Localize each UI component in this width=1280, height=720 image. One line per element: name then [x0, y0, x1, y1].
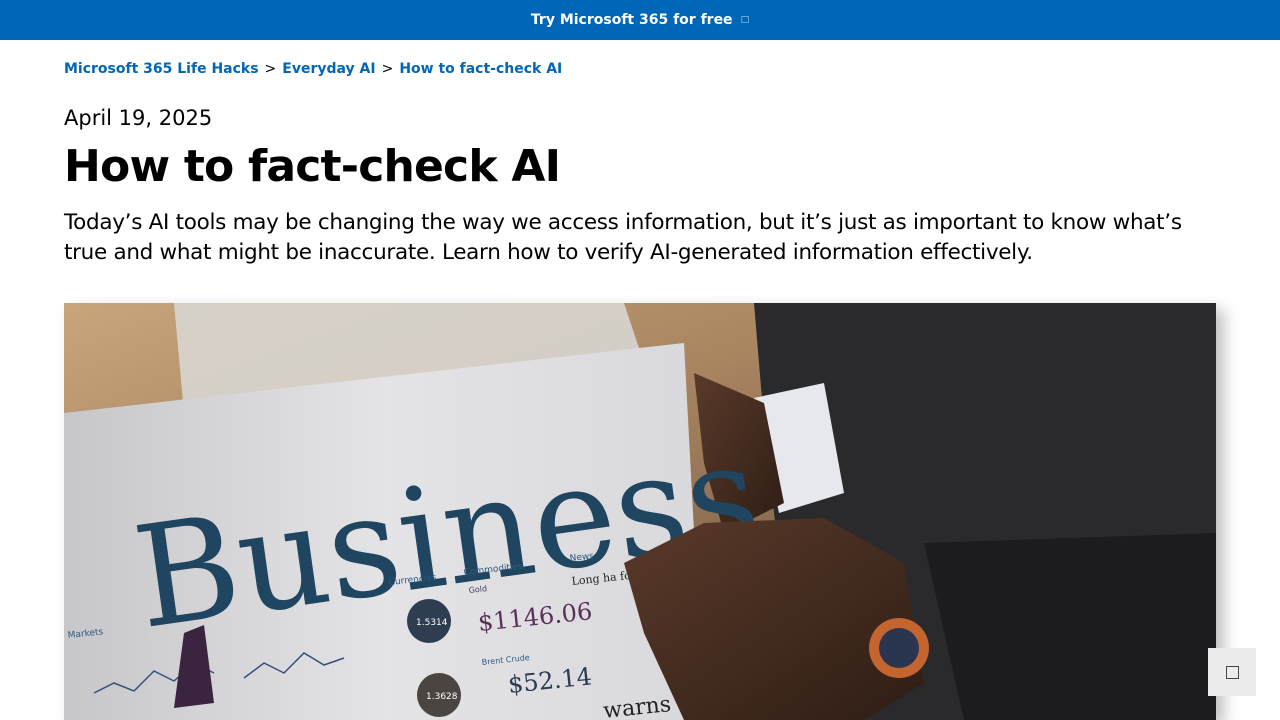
rate-value-2: 1.3628: [426, 692, 458, 702]
page-title: How to fact-check AI: [64, 141, 561, 192]
article-date: April 19, 2025: [64, 106, 213, 130]
feedback-icon: [1225, 665, 1239, 679]
wristwatch-face: [879, 628, 919, 668]
breadcrumb: Microsoft 365 Life Hacks > Everyday AI >…: [64, 61, 562, 77]
rate-value-1: 1.5314: [416, 618, 448, 628]
suit-shadow: [924, 533, 1216, 720]
promo-label[interactable]: Try Microsoft 365 for free: [531, 12, 733, 28]
gold-label: Gold: [468, 584, 487, 595]
breadcrumb-separator: >: [381, 61, 394, 77]
feedback-button[interactable]: [1208, 648, 1256, 696]
breadcrumb-item-current[interactable]: How to fact-check AI: [399, 61, 562, 77]
article-summary: Today’s AI tools may be changing the way…: [64, 210, 1182, 265]
breadcrumb-item-life-hacks[interactable]: Microsoft 365 Life Hacks: [64, 61, 259, 77]
breadcrumb-separator: >: [264, 61, 277, 77]
hero-image: Business Markets Currencies Commodities …: [64, 303, 1216, 720]
promo-banner[interactable]: Try Microsoft 365 for free □: [0, 0, 1280, 40]
breadcrumb-item-everyday-ai[interactable]: Everyday AI: [282, 61, 375, 77]
external-link-icon: □: [740, 15, 750, 25]
